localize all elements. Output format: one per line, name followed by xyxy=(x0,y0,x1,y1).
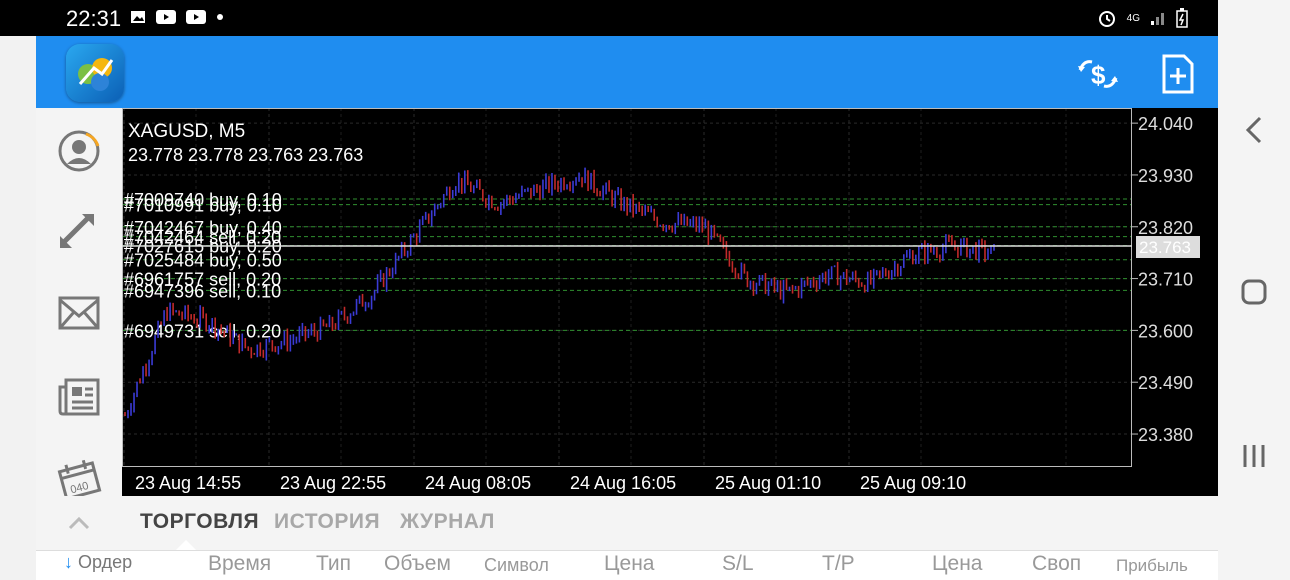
order-label[interactable]: #7025484 buy, 0.50 xyxy=(124,251,282,271)
sidebar: 040 xyxy=(36,108,122,499)
order-label[interactable]: #6947396 sell, 0.10 xyxy=(124,281,281,301)
trade-arrows-icon[interactable] xyxy=(54,206,104,256)
symbol-label: XAGUSD, M5 xyxy=(128,121,245,142)
order-label[interactable]: #6949731 sell, 0.20 xyxy=(124,321,281,341)
x-tick-label: 25 Aug 09:10 xyxy=(860,473,966,493)
order-label[interactable]: #7010991 buy, 0.10 xyxy=(124,196,282,216)
recent-apps-icon[interactable] xyxy=(1238,440,1270,472)
battery-icon xyxy=(1176,8,1188,28)
y-tick-label: 23.930 xyxy=(1138,166,1193,186)
y-tick-label: 23.490 xyxy=(1138,373,1193,393)
x-tick-label: 25 Aug 01:10 xyxy=(715,473,821,493)
column-time[interactable]: Время xyxy=(208,552,271,576)
column-order-label: Ордер xyxy=(78,552,133,572)
tab-trade[interactable]: ТОРГОВЛЯ xyxy=(140,510,259,534)
column-type[interactable]: Тип xyxy=(316,552,351,576)
ohlc-label: 23.778 23.778 23.763 23.763 xyxy=(128,145,363,165)
home-icon[interactable] xyxy=(1238,276,1270,308)
status-time: 22:31 xyxy=(66,6,122,31)
terminal-panel: ТОРГОВЛЯ ИСТОРИЯ ЖУРНАЛ ↓ Ордер Время Ти… xyxy=(36,496,1218,580)
column-tp[interactable]: T/P xyxy=(822,552,855,576)
currency-exchange-icon[interactable]: $ xyxy=(1076,52,1120,96)
x-tick-label: 23 Aug 14:55 xyxy=(135,473,241,493)
y-tick-label: 23.820 xyxy=(1138,218,1193,238)
more-dot-icon xyxy=(217,14,223,20)
signal-icon xyxy=(1151,13,1164,25)
system-nav-bar xyxy=(1218,0,1290,580)
column-swap[interactable]: Своп xyxy=(1032,552,1081,576)
alarm-icon xyxy=(1098,11,1115,27)
terminal-tabs: ТОРГОВЛЯ ИСТОРИЯ ЖУРНАЛ xyxy=(36,496,1218,551)
tab-history[interactable]: ИСТОРИЯ xyxy=(274,510,380,534)
network-type: 4G xyxy=(1126,12,1140,24)
price-chart[interactable]: #7009740 buy, 0.10 #7010991 buy, 0.10 #704… xyxy=(122,108,1218,496)
x-tick-label: 23 Aug 22:55 xyxy=(280,473,386,493)
back-icon[interactable] xyxy=(1238,114,1270,146)
status-bar: 22:31 4G xyxy=(0,0,1218,36)
gallery-icon xyxy=(131,11,145,23)
column-volume[interactable]: Объем xyxy=(384,552,451,576)
system-icons: 4G xyxy=(1097,8,1188,28)
metatrader-logo-icon[interactable] xyxy=(66,44,124,102)
new-order-icon[interactable] xyxy=(1156,52,1200,96)
news-icon[interactable] xyxy=(54,372,104,422)
account-icon[interactable] xyxy=(54,126,104,176)
column-profit[interactable]: Прибыль xyxy=(1116,556,1188,576)
y-tick-label: 24.040 xyxy=(1138,114,1193,134)
column-price[interactable]: Цена xyxy=(604,552,655,576)
y-tick-label: 23.600 xyxy=(1138,321,1193,341)
svg-text:$: $ xyxy=(1091,60,1106,90)
sort-arrow-icon: ↓ xyxy=(64,552,73,572)
tab-journal[interactable]: ЖУРНАЛ xyxy=(400,510,495,534)
chart-canvas[interactable]: #7009740 buy, 0.10#7010991 buy, 0.10#704… xyxy=(122,108,1218,496)
x-tick-label: 24 Aug 08:05 xyxy=(425,473,531,493)
youtube-icon xyxy=(186,10,206,24)
youtube-icon xyxy=(156,10,176,24)
chevron-up-icon[interactable] xyxy=(68,516,90,530)
column-sl[interactable]: S/L xyxy=(722,552,754,576)
y-tick-label: 23.380 xyxy=(1138,425,1193,445)
column-current-price[interactable]: Цена xyxy=(932,552,983,576)
current-price-label: 23.763 xyxy=(1139,238,1191,257)
x-tick-label: 24 Aug 16:05 xyxy=(570,473,676,493)
y-tick-label: 23.710 xyxy=(1138,270,1193,290)
app-bar: $ xyxy=(36,36,1218,108)
notification-icons xyxy=(130,9,224,25)
column-symbol[interactable]: Символ xyxy=(484,555,549,576)
mail-icon[interactable] xyxy=(54,288,104,338)
active-tab-pointer xyxy=(176,540,196,550)
column-order[interactable]: ↓ Ордер xyxy=(64,552,132,573)
